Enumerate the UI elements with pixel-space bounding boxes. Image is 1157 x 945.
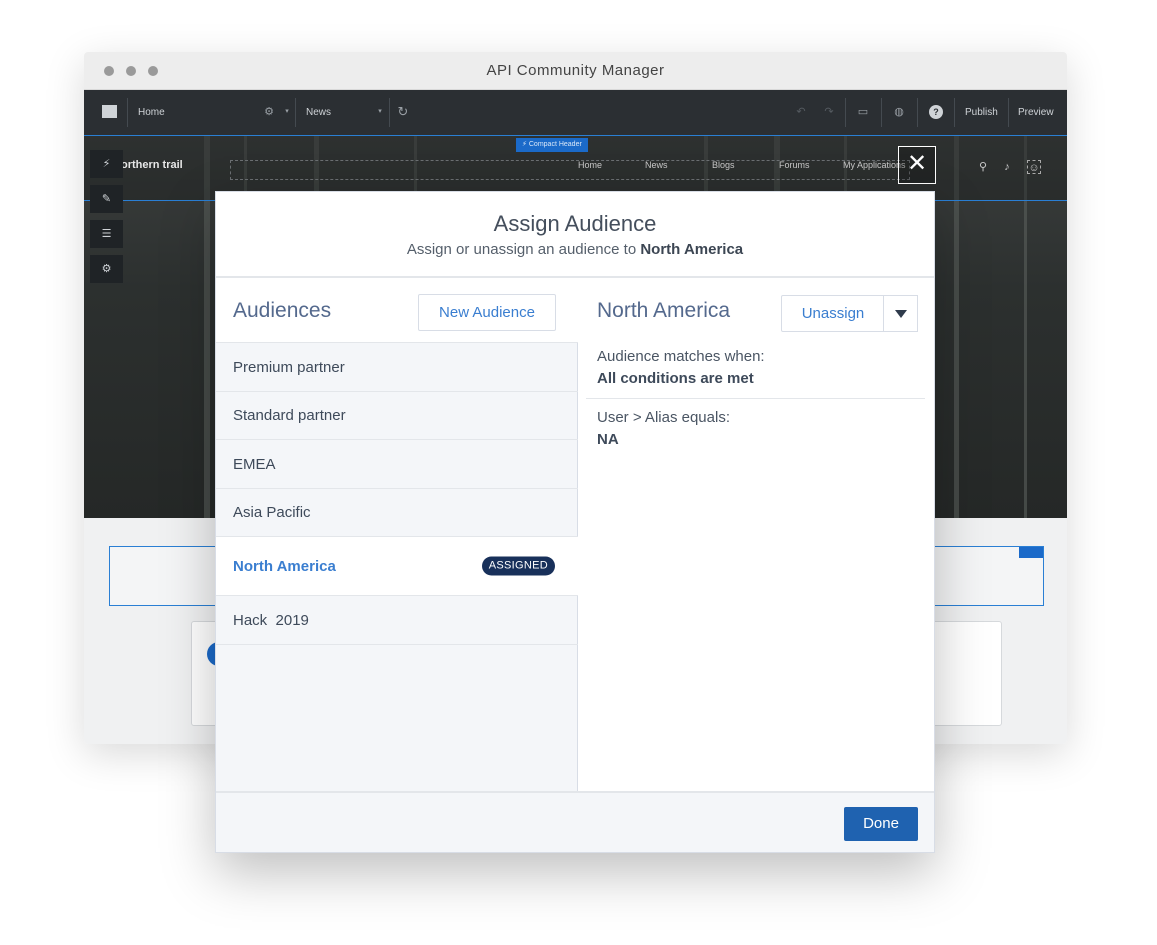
audience-item-hack-2019[interactable]: Hack 2019 [216,596,578,645]
audience-detail-pane: North America Unassign Audience matches … [578,278,934,791]
audience-detail-title: North America [597,299,731,322]
audience-item-premium-partner[interactable]: Premium partner [216,343,578,392]
user-icon[interactable]: ☺ [1027,160,1041,174]
site-nav-my-applications[interactable]: My Applications [843,160,906,170]
preview-button[interactable]: Preview [1018,90,1054,135]
globe-icon[interactable]: ◍ [892,105,906,119]
undo-icon[interactable]: ↶ [794,105,808,119]
publish-button[interactable]: Publish [965,90,998,135]
news-select[interactable]: News [306,90,331,135]
builder-toolbar: Home ⚙ ▾ News ▾ ↻ ↶ ↷ ▭ ◍ ? Publish Prev… [84,90,1067,135]
site-nav-home[interactable]: Home [578,160,602,170]
assigned-badge: ASSIGNED [481,556,555,576]
match-value: All conditions are met [597,370,754,387]
bell-icon[interactable]: ♪ [1000,160,1014,174]
compact-header-tag: ⚡ Compact Header [516,138,588,152]
device-preview-icon[interactable]: ▭ [856,105,870,119]
page-select[interactable]: Home [138,90,165,135]
settings-icon[interactable]: ⚙ [90,255,123,283]
criteria-label: User > Alias equals: [597,409,730,426]
done-button[interactable]: Done [844,807,918,841]
modal-header: Assign Audience Assign or unassign an au… [216,192,934,278]
audience-item-asia-pacific[interactable]: Asia Pacific [216,489,578,537]
caret-down-icon [895,310,907,318]
refresh-icon[interactable]: ↻ [396,105,410,119]
unassign-menu-dropdown[interactable] [883,295,918,332]
modal-subtitle: Assign or unassign an audience to North … [406,241,744,258]
site-nav-blogs[interactable]: Blogs [712,160,735,170]
gear-icon[interactable]: ⚙ [262,105,276,119]
site-nav-news[interactable]: News [645,160,668,170]
criteria-value: NA [597,431,619,448]
match-label: Audience matches when: [597,348,765,365]
new-audience-button[interactable]: New Audience [418,294,556,331]
help-icon[interactable]: ? [929,105,943,119]
audience-item-north-america[interactable]: North America ASSIGNED [216,537,578,596]
lightning-icon[interactable]: ⚡ [90,150,123,178]
window-titlebar: API Community Manager [84,52,1067,90]
audiences-title: Audiences [233,299,332,322]
audience-item-standard-partner[interactable]: Standard partner [216,392,578,440]
search-icon[interactable]: ⚲ [976,160,990,174]
redo-icon[interactable]: ↷ [822,105,836,119]
site-logo: orthern trail [121,159,183,171]
audiences-pane: Audiences New Audience Premium partner S… [216,278,578,791]
site-nav-forums[interactable]: Forums [779,160,810,170]
brush-icon[interactable]: ✎ [90,185,123,213]
audiences-pane-header: Audiences New Audience [216,278,578,343]
modal-footer: Done [216,791,934,852]
unassign-button[interactable]: Unassign [781,295,885,332]
modal-title: Assign Audience [493,211,657,236]
list-icon[interactable]: ☰ [90,220,123,248]
divider [586,398,925,399]
chevron-down-icon[interactable]: ▾ [373,105,387,119]
layout-icon[interactable] [102,105,117,118]
chevron-down-icon[interactable]: ▾ [280,105,294,119]
window-title: API Community Manager [486,62,665,79]
assign-audience-modal: Assign Audience Assign or unassign an au… [215,191,935,853]
audience-item-emea[interactable]: EMEA [216,440,578,489]
builder-side-rail: ⚡ ✎ ☰ ⚙ [90,150,123,290]
close-icon[interactable]: ✕ [898,146,936,184]
